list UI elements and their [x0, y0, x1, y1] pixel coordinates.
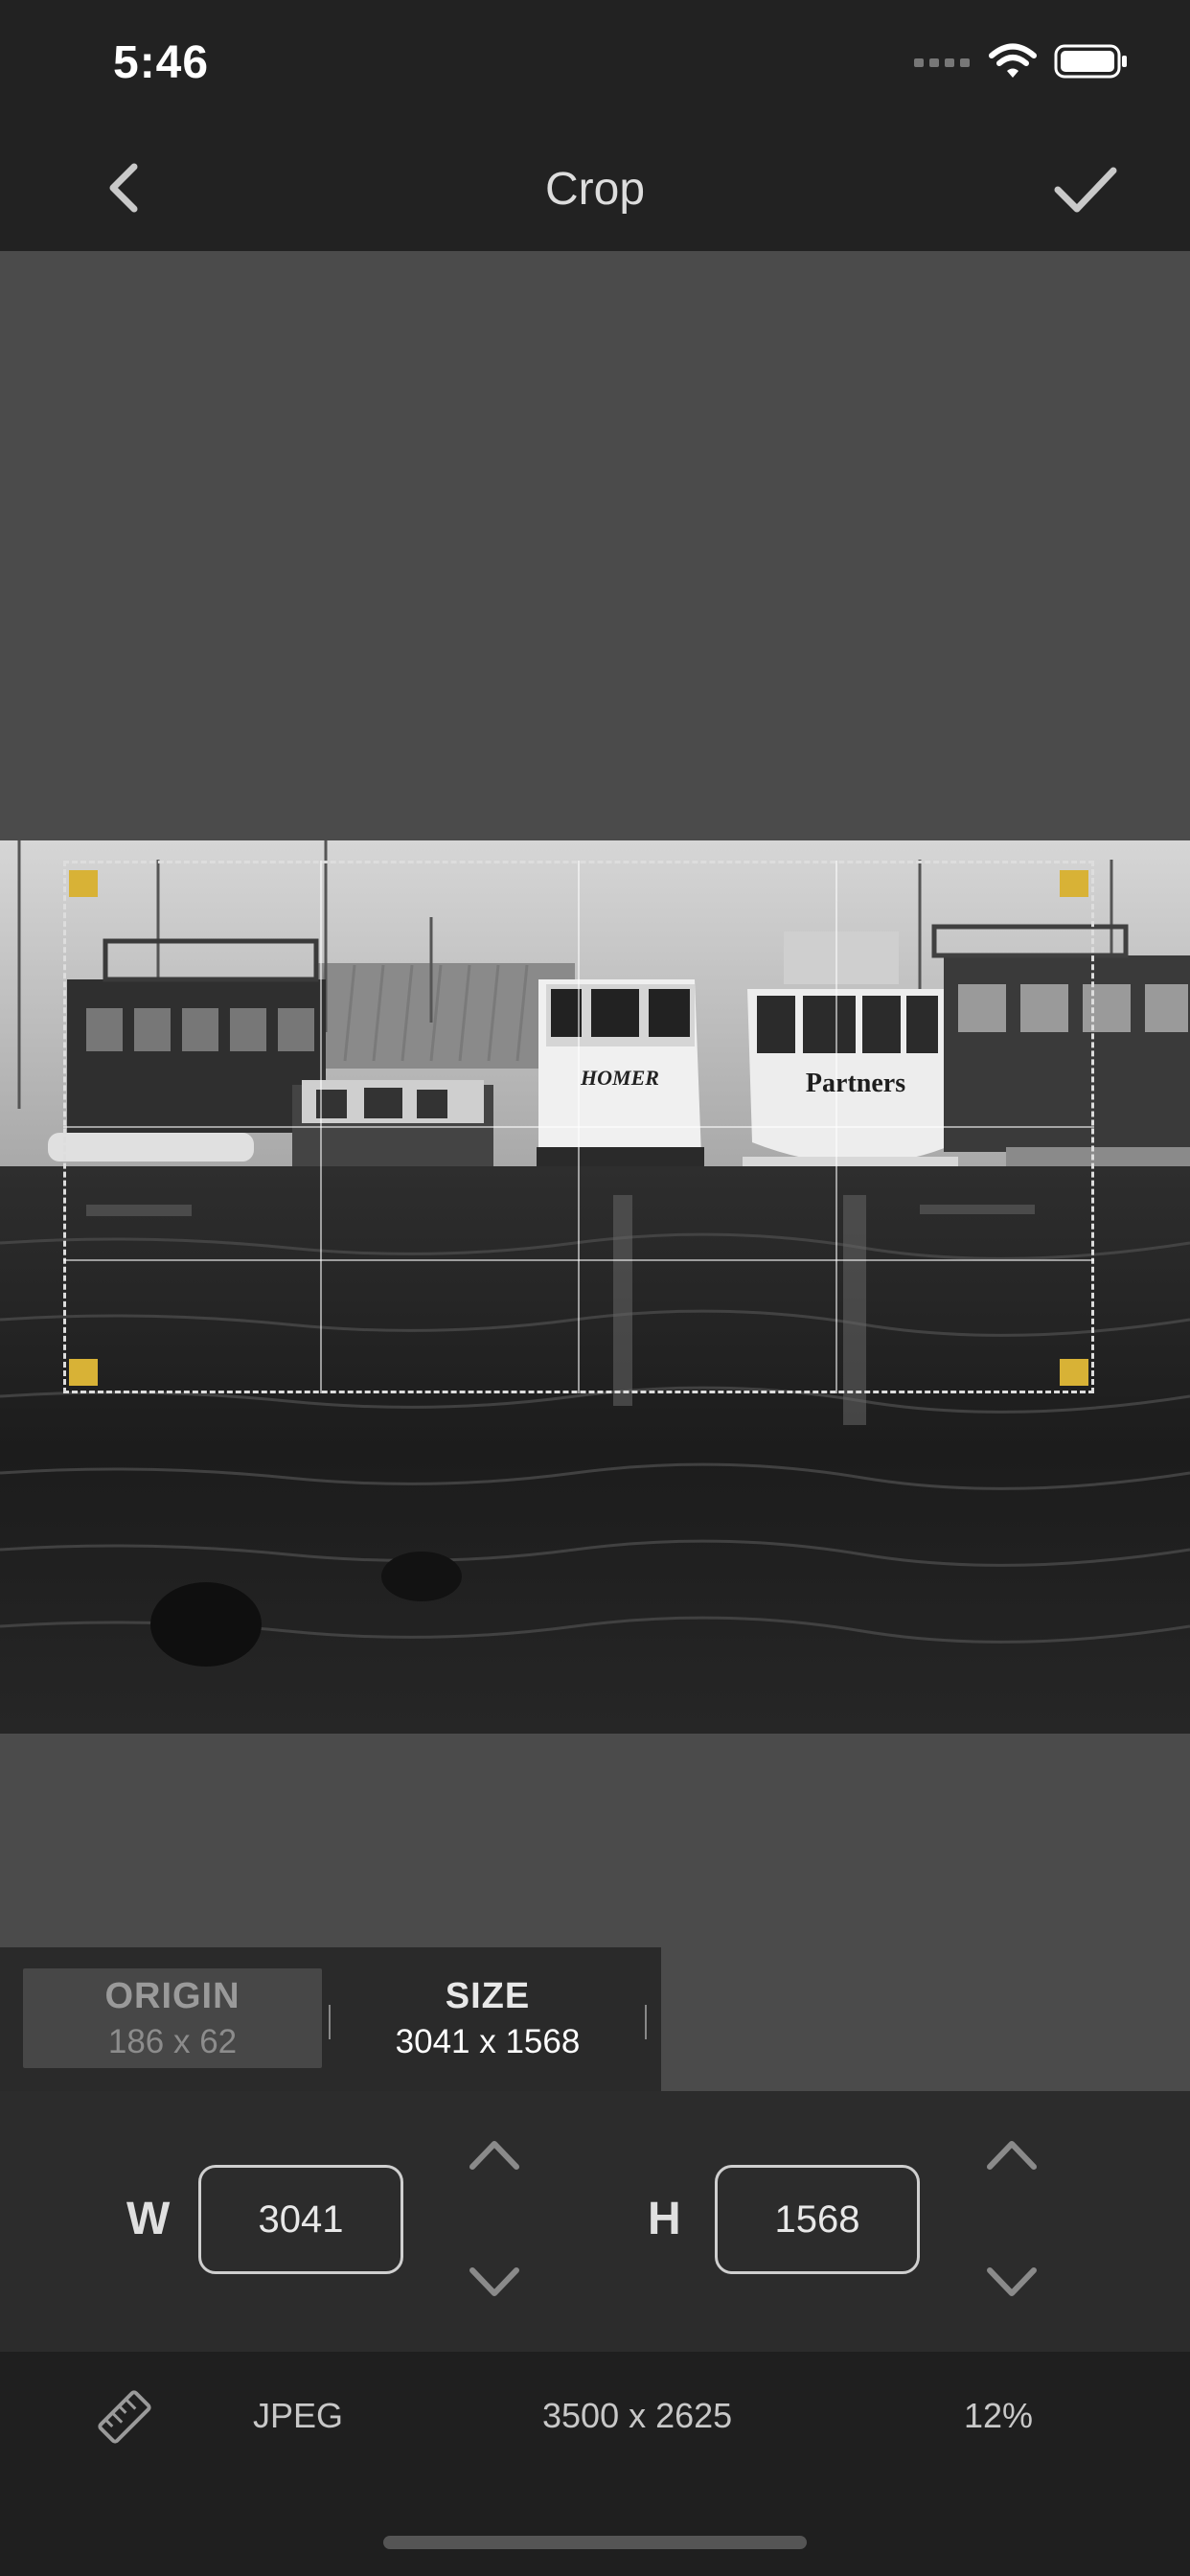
- tab-origin-label: ORIGIN: [104, 1976, 240, 2016]
- crop-handle-top-right[interactable]: [1060, 870, 1088, 897]
- height-increment-chevron-up-icon[interactable]: [982, 2130, 1041, 2178]
- tab-origin[interactable]: ORIGIN 186 x 62: [23, 1968, 322, 2068]
- crop-grid: [63, 861, 1094, 1393]
- crop-handle-top-left[interactable]: [69, 870, 98, 897]
- width-field[interactable]: 3041: [198, 2165, 403, 2274]
- width-label: W: [126, 2194, 171, 2244]
- crop-handle-bottom-right[interactable]: [1060, 1359, 1088, 1386]
- status-time: 5:46: [113, 37, 210, 88]
- home-indicator[interactable]: [383, 2536, 807, 2549]
- battery-icon: [1054, 44, 1127, 79]
- page-title: Crop: [544, 164, 646, 215]
- width-decrement-chevron-down-icon[interactable]: [465, 2259, 524, 2307]
- width-increment-chevron-up-icon[interactable]: [465, 2130, 524, 2178]
- signal-icon: [914, 58, 970, 67]
- height-decrement-chevron-down-icon[interactable]: [982, 2259, 1041, 2307]
- height-label: H: [648, 2194, 681, 2244]
- zoom-level: 12%: [964, 2396, 1034, 2435]
- image-dimensions: 3500 x 2625: [542, 2396, 733, 2435]
- tab-size-value: 3041 x 1568: [395, 2023, 581, 2060]
- ruler-icon[interactable]: [94, 2386, 155, 2448]
- back-chevron-icon[interactable]: [98, 159, 155, 217]
- wifi-icon: [989, 43, 1037, 78]
- status-bar: 5:46: [0, 0, 1190, 125]
- crop-handle-bottom-left[interactable]: [69, 1359, 98, 1386]
- height-field[interactable]: 1568: [715, 2165, 920, 2274]
- crop-mode-tabs: ORIGIN 186 x 62 SIZE 3041 x 1568: [0, 1947, 661, 2091]
- tab-size-label: SIZE: [445, 1976, 531, 2016]
- status-icons: [914, 42, 1129, 80]
- image-format: JPEG: [253, 2396, 344, 2435]
- checkmark-icon[interactable]: [1052, 161, 1119, 218]
- tab-divider: [645, 2005, 647, 2039]
- tab-origin-value: 186 x 62: [107, 2023, 238, 2060]
- tab-divider: [329, 2005, 331, 2039]
- tab-size[interactable]: SIZE 3041 x 1568: [341, 1968, 634, 2068]
- nav-bar: Crop: [0, 125, 1190, 251]
